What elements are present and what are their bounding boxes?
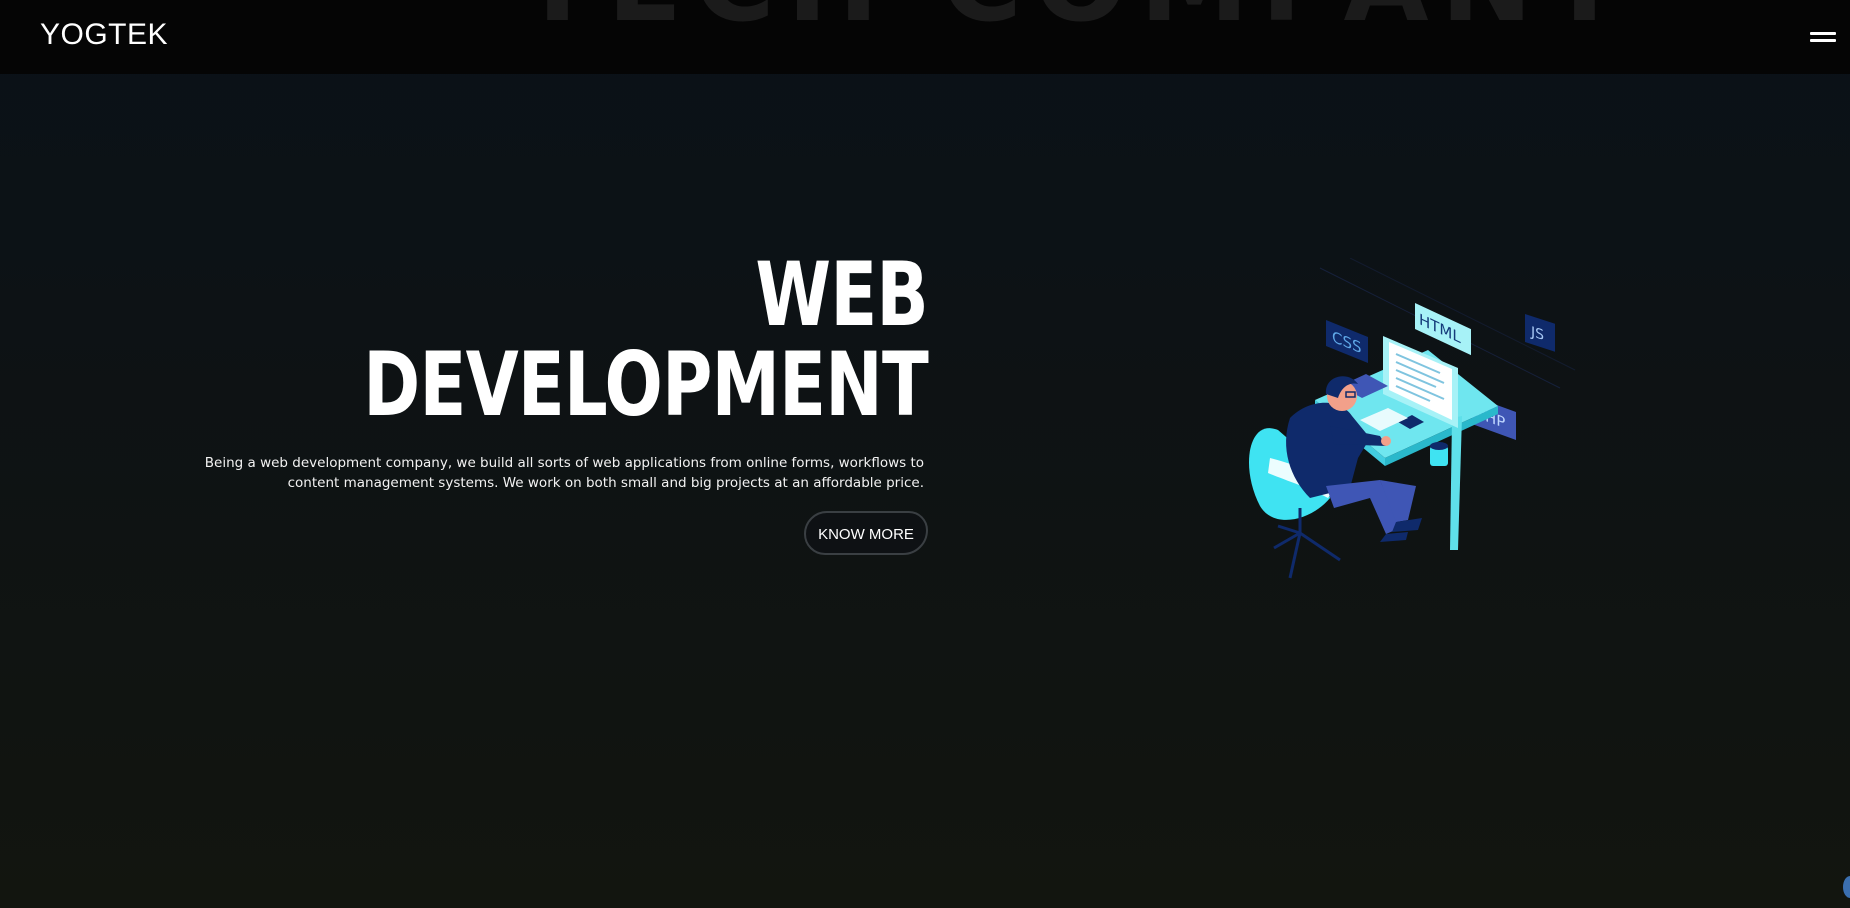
- site-header: TECH COMPANY YOGTEK: [0, 0, 1850, 74]
- js-tag-icon: JS: [1525, 314, 1555, 352]
- site-logo[interactable]: YOGTEK: [40, 18, 168, 52]
- hero-title: WEB DEVELOPMENT: [363, 250, 928, 430]
- hero-title-line2: DEVELOPMENT: [363, 333, 928, 436]
- hero-description-line2: content management systems. We work on b…: [287, 475, 924, 491]
- hero-description-line1: Being a web development company, we buil…: [204, 455, 924, 471]
- hero-title-line1: WEB: [755, 243, 928, 346]
- hero-description: Being a web development company, we buil…: [164, 453, 924, 493]
- menu-line: [1810, 39, 1836, 42]
- header-background-text: TECH COMPANY: [520, 0, 1636, 46]
- chat-widget-icon[interactable]: [1843, 876, 1850, 898]
- css-tag-icon: CSS: [1326, 320, 1368, 363]
- know-more-button[interactable]: KNOW MORE: [804, 511, 928, 555]
- page: TECH COMPANY YOGTEK WEB DEVELOPMENT Bein…: [0, 0, 1850, 908]
- web-developer-illustration: CSS HTML JS PHP: [1248, 258, 1576, 579]
- hamburger-menu-icon[interactable]: [1810, 29, 1838, 45]
- html-tag-icon: HTML: [1415, 303, 1471, 356]
- menu-line: [1810, 32, 1836, 35]
